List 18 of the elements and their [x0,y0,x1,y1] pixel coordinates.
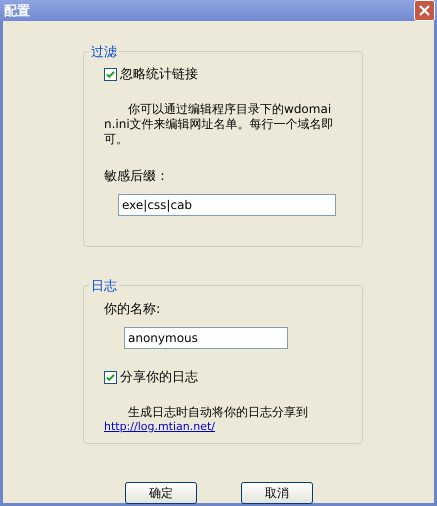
hint-text: 生成日志时自动将你的日志分享到 [127,405,309,420]
group-title: 过滤 [89,43,119,61]
window-title: 配置 [4,2,30,20]
dialog-button[interactable]: 取消 [241,482,313,504]
link[interactable]: http://log.mtian.net/ [104,420,216,433]
checkbox-box[interactable] [104,68,117,80]
group-title: 日志 [89,277,119,295]
hint-text: 你可以通过编辑程序目录下的wdomain.ini文件来编辑网址名单。每行一个域名即可。 [104,102,335,147]
checkbox[interactable]: 忽略统计链接 [104,66,362,82]
close-button[interactable] [414,0,435,21]
input-field[interactable]: anonymous [124,327,288,349]
field-label: 你的名称: [104,301,162,318]
checkbox[interactable]: 分享你的日志 [104,369,362,385]
checkbox-box[interactable] [104,370,117,384]
dialog-button[interactable]: 确定 [125,482,197,504]
input-field[interactable]: exe|css|cab [118,194,336,216]
close-icon [418,4,431,17]
field-label: 敏感后缀： [104,168,170,185]
